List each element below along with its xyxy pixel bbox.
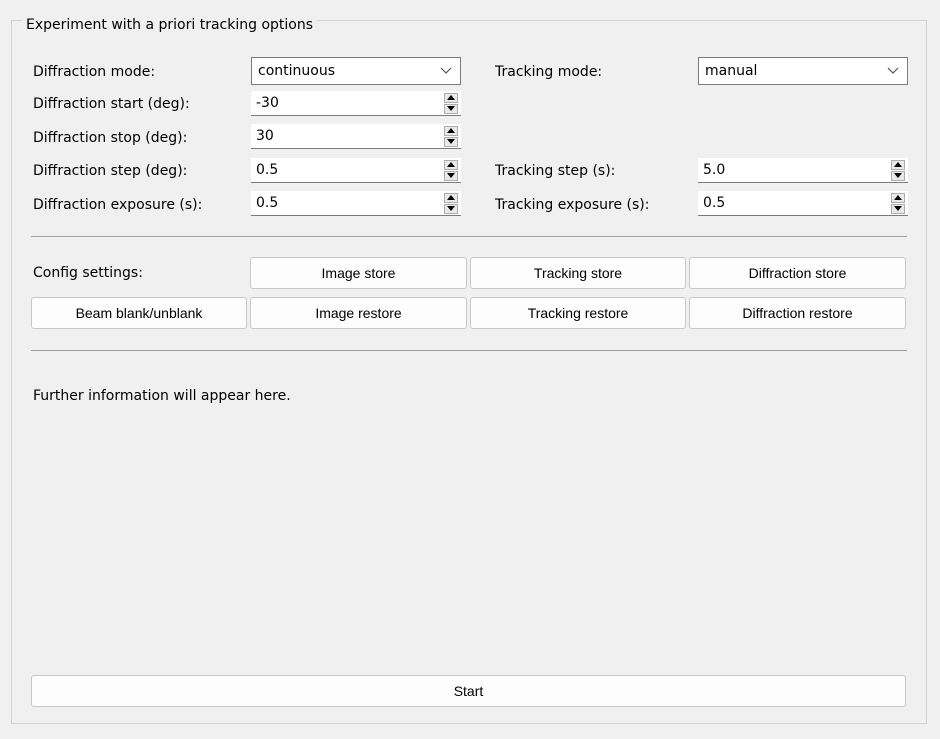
diffraction-step-label: Diffraction step (deg): — [33, 163, 188, 179]
separator — [31, 350, 907, 351]
spin-up-arrow-icon[interactable] — [444, 125, 458, 136]
chevron-down-icon — [432, 58, 460, 84]
tracking-mode-value: manual — [705, 63, 758, 79]
image-restore-button[interactable]: Image restore — [250, 297, 467, 329]
spin-down-arrow-icon[interactable] — [444, 170, 458, 181]
spin-down-arrow-icon[interactable] — [891, 203, 905, 214]
spin-up-arrow-icon[interactable] — [891, 159, 905, 170]
diffraction-stop-value: 30 — [256, 128, 274, 144]
tracking-mode-select[interactable]: manual — [698, 57, 908, 85]
diffraction-mode-label: Diffraction mode: — [33, 64, 156, 80]
diffraction-start-spinbox[interactable]: -30 — [251, 91, 461, 116]
tracking-step-label: Tracking step (s): — [495, 163, 616, 179]
diffraction-exposure-spinbox[interactable]: 0.5 — [251, 191, 461, 216]
tracking-exposure-value: 0.5 — [703, 195, 726, 211]
tracking-restore-button[interactable]: Tracking restore — [470, 297, 686, 329]
spin-up-arrow-icon[interactable] — [444, 159, 458, 170]
diffraction-stop-label: Diffraction stop (deg): — [33, 130, 188, 146]
diffraction-start-label: Diffraction start (deg): — [33, 96, 190, 112]
diffraction-restore-button[interactable]: Diffraction restore — [689, 297, 906, 329]
diffraction-mode-value: continuous — [258, 63, 335, 79]
spin-down-arrow-icon[interactable] — [444, 136, 458, 147]
spin-down-arrow-icon[interactable] — [891, 170, 905, 181]
diffraction-step-value: 0.5 — [256, 162, 279, 178]
info-message: Further information will appear here. — [33, 388, 291, 404]
diffraction-step-spinbox[interactable]: 0.5 — [251, 158, 461, 183]
group-title: Experiment with a priori tracking option… — [22, 17, 318, 33]
chevron-down-icon — [879, 58, 907, 84]
image-store-button[interactable]: Image store — [250, 257, 467, 289]
spin-up-arrow-icon[interactable] — [891, 192, 905, 203]
diffraction-exposure-label: Diffraction exposure (s): — [33, 197, 203, 213]
tracking-exposure-label: Tracking exposure (s): — [495, 197, 650, 213]
tracking-store-button[interactable]: Tracking store — [470, 257, 686, 289]
diffraction-stop-spinbox[interactable]: 30 — [251, 124, 461, 149]
config-settings-label: Config settings: — [33, 265, 143, 281]
diffraction-mode-select[interactable]: continuous — [251, 57, 461, 85]
diffraction-start-value: -30 — [256, 95, 279, 111]
tracking-step-spinbox[interactable]: 5.0 — [698, 158, 908, 183]
tracking-mode-label: Tracking mode: — [495, 64, 603, 80]
tracking-step-value: 5.0 — [703, 162, 726, 178]
start-button[interactable]: Start — [31, 675, 906, 707]
beam-blank-button[interactable]: Beam blank/unblank — [31, 297, 247, 329]
spin-down-arrow-icon[interactable] — [444, 103, 458, 114]
spin-up-arrow-icon[interactable] — [444, 92, 458, 103]
diffraction-store-button[interactable]: Diffraction store — [689, 257, 906, 289]
diffraction-exposure-value: 0.5 — [256, 195, 279, 211]
spin-down-arrow-icon[interactable] — [444, 203, 458, 214]
options-groupbox — [11, 20, 927, 724]
spin-up-arrow-icon[interactable] — [444, 192, 458, 203]
separator — [31, 236, 907, 237]
tracking-exposure-spinbox[interactable]: 0.5 — [698, 191, 908, 216]
